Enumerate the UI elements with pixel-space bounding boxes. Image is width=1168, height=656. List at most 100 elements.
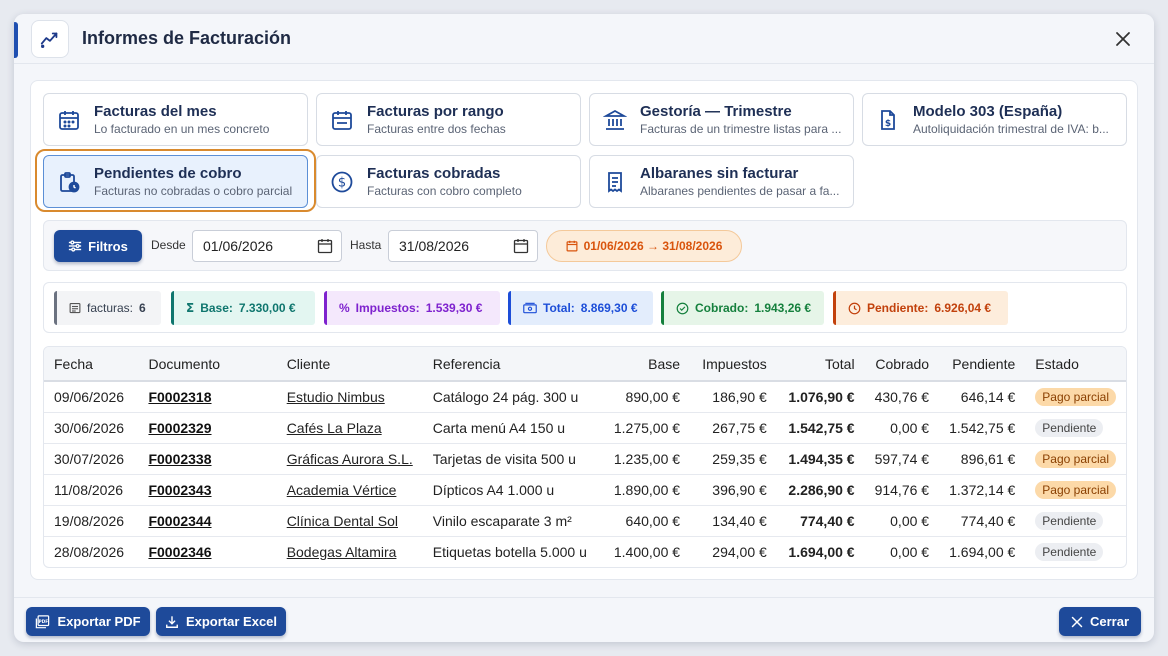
card-subtitle: Facturas entre dos fechas (367, 122, 506, 136)
table-cell: Vinilo escaparate 3 m² (422, 505, 604, 537)
table-cell: Academia Vértice (276, 474, 423, 506)
table-cell: 267,75 € (690, 412, 777, 444)
client-link[interactable]: Academia Vértice (287, 482, 397, 498)
report-card-modelo-303[interactable]: $ Modelo 303 (España) Autoliquidación tr… (862, 93, 1127, 146)
document-link[interactable]: F0002338 (148, 451, 211, 467)
client-link[interactable]: Gráficas Aurora S.L. (287, 451, 413, 467)
svg-text:PDF: PDF (39, 618, 49, 624)
table-cell: 186,90 € (690, 381, 777, 413)
stat-label: Total: (543, 301, 575, 315)
table-row[interactable]: 11/08/2026 F0002343 Academia Vértice Díptic… (44, 474, 1126, 506)
table-cell: 1.400,00 € (604, 536, 690, 567)
status-badge: Pago parcial (1035, 387, 1116, 406)
table-cell: F0002329 (138, 412, 277, 444)
table-cell: 30/06/2026 (44, 412, 139, 444)
document-link[interactable]: F0002344 (148, 513, 211, 529)
client-link[interactable]: Bodegas Altamira (287, 544, 397, 560)
table-cell: 774,40 € (776, 505, 865, 537)
export-excel-button[interactable]: Exportar Excel (156, 607, 286, 636)
status-badge: Pago parcial (1035, 449, 1116, 468)
column-header[interactable]: Total (776, 347, 865, 382)
paid-cell: 0,00 € (890, 543, 930, 560)
cash-icon (523, 302, 537, 314)
table-cell: 597,74 € (864, 443, 940, 475)
column-header[interactable]: Documento (138, 347, 277, 382)
table-row[interactable]: 30/07/2026 F0002338 Gráficas Aurora S.L. Ta… (44, 443, 1126, 475)
calendar-icon[interactable] (317, 238, 333, 254)
hasta-date-input[interactable]: 31/08/2026 (388, 230, 538, 262)
table-cell: 09/06/2026 (44, 381, 139, 413)
report-card-pendientes-cobro[interactable]: Pendientes de cobro Facturas no cobradas… (43, 155, 308, 208)
dollar-circle-icon: $ (317, 170, 367, 194)
base-cell: 890,00 € (625, 388, 681, 405)
client-link[interactable]: Clínica Dental Sol (287, 513, 398, 529)
table-cell: 0,00 € (864, 505, 940, 537)
report-card-albaranes-sin-facturar[interactable]: Albaranes sin facturar Albaranes pendien… (589, 155, 854, 208)
stat-value: 1.943,26 € (754, 301, 812, 315)
column-header[interactable]: Fecha (44, 347, 139, 382)
pending-cell: 896,61 € (960, 450, 1016, 467)
total-cell: 1.494,35 € (788, 450, 855, 467)
document-link[interactable]: F0002346 (148, 544, 211, 560)
paid-cell: 597,74 € (874, 450, 930, 467)
card-subtitle: Albaranes pendientes de pasar a fa... (640, 184, 840, 198)
table-row[interactable]: 30/06/2026 F0002329 Cafés La Plaza Carta me… (44, 412, 1126, 444)
chart-trend-icon (31, 20, 69, 58)
tax-cell: 259,35 € (712, 450, 767, 467)
desde-date-input[interactable]: 01/06/2026 (192, 230, 342, 262)
table-cell: Carta menú A4 150 u (422, 412, 604, 444)
date-cell: 30/06/2026 (54, 419, 125, 436)
document-link[interactable]: F0002343 (148, 482, 211, 498)
paid-cell: 914,76 € (874, 481, 930, 498)
table-row[interactable]: 28/08/2026 F0002346 Bodegas Altamira Etique… (44, 536, 1126, 567)
calendar-icon (44, 108, 94, 132)
summary-stats-bar: facturas: 6 Σ Base: 7.330,00 € % Impuest… (43, 282, 1127, 333)
column-header[interactable]: Estado (1025, 347, 1126, 382)
table-cell: 1.275,00 € (603, 412, 691, 444)
report-card-facturas-mes[interactable]: Facturas del mes Lo facturado en un mes … (43, 93, 308, 146)
table-cell: 0,00 € (864, 412, 940, 444)
table-row[interactable]: 09/06/2026 F0002318 Estudio Nimbus Catálogo… (44, 381, 1126, 413)
table-cell: 896,61 € (939, 443, 1026, 475)
total-cell: 774,40 € (800, 512, 855, 529)
table-cell: 1.890,00 € (603, 474, 691, 506)
bank-icon (590, 108, 640, 132)
table-cell: 1.076,90 € (776, 381, 865, 413)
calendar-icon[interactable] (513, 238, 529, 254)
total-cell: 1.076,90 € (788, 388, 855, 405)
filter-bar: Filtros Desde 01/06/2026 Hasta 31/08/202… (43, 220, 1127, 271)
document-link[interactable]: F0002329 (148, 420, 211, 436)
table-cell: Etiquetas botella 5.000 u (423, 536, 604, 567)
document-link[interactable]: F0002318 (148, 389, 211, 405)
column-header[interactable]: Cliente (276, 347, 423, 382)
export-pdf-button[interactable]: PDF Exportar PDF (26, 607, 150, 636)
date-range-text: 01/06/2026 → 31/08/2026 (583, 239, 723, 253)
close-button[interactable]: Cerrar (1059, 607, 1141, 636)
column-header[interactable]: Pendiente (939, 347, 1026, 382)
filters-button[interactable]: Filtros (54, 230, 142, 262)
tax-cell: 134,40 € (712, 512, 767, 529)
column-header[interactable]: Impuestos (690, 347, 777, 382)
report-card-gestoria-trimestre[interactable]: Gestoría — Trimestre Facturas de un trim… (589, 93, 854, 146)
reference-cell: Vinilo escaparate 3 m² (432, 512, 572, 529)
column-header[interactable]: Base (603, 347, 691, 382)
table-cell: F0002343 (138, 474, 277, 506)
close-icon[interactable] (1112, 28, 1134, 50)
client-link[interactable]: Cafés La Plaza (287, 420, 382, 436)
table-cell: 890,00 € (603, 381, 691, 413)
report-card-facturas-rango[interactable]: Facturas por rango Facturas entre dos fe… (316, 93, 581, 146)
calendar-icon (566, 240, 578, 252)
column-header[interactable]: Referencia (422, 347, 604, 382)
status-badge: Pendiente (1035, 418, 1104, 437)
client-link[interactable]: Estudio Nimbus (287, 389, 385, 405)
column-header[interactable]: Cobrado (864, 347, 940, 382)
table-row[interactable]: 19/08/2026 F0002344 Clínica Dental Sol Vini… (44, 505, 1126, 537)
table-cell: 774,40 € (939, 505, 1026, 537)
card-title: Albaranes sin facturar (640, 165, 799, 182)
invoices-table: Fecha Documento Cliente Referencia Base … (43, 346, 1127, 568)
svg-text:$: $ (338, 175, 346, 190)
card-title: Modelo 303 (España) (913, 103, 1063, 120)
table-cell: 1.542,75 € (776, 412, 865, 444)
report-card-facturas-cobradas[interactable]: $ Facturas cobradas Facturas con cobro c… (316, 155, 581, 208)
date-cell: 28/08/2026 (54, 543, 125, 560)
